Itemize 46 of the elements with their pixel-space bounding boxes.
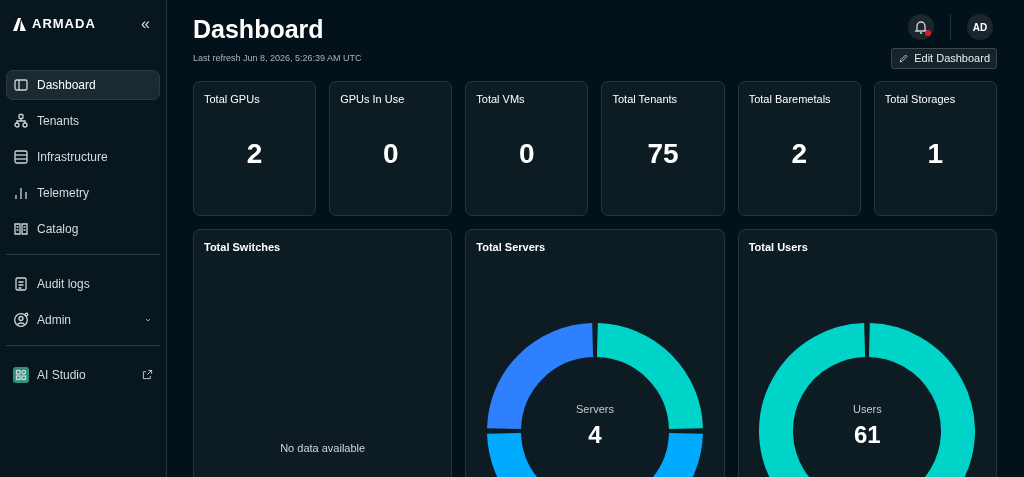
clipboard-icon [13, 275, 29, 292]
stat-title: Total VMs [476, 91, 526, 107]
panel-icon [13, 76, 29, 93]
page-title: Dashboard [193, 14, 325, 44]
collapse-button[interactable]: « [137, 15, 154, 32]
book-icon [13, 220, 29, 237]
hierarchy-icon [13, 112, 29, 129]
stat-value: 2 [790, 137, 809, 171]
brand-name: ARMADA [32, 15, 96, 33]
chart-title: Total Users [748, 239, 808, 255]
stat-value: 2 [245, 137, 264, 171]
donut-center-label: Servers [575, 402, 615, 417]
stat-value: 75 [646, 137, 680, 171]
empty-state-text: No data available [280, 441, 366, 456]
sidebar-item[interactable]: Admin [6, 304, 160, 335]
bell-icon [913, 19, 929, 35]
app-icon [13, 366, 29, 383]
last-refresh-text: Last refresh Jun 8, 2026, 5:26:39 AM UTC [193, 52, 362, 65]
pencil-icon [898, 52, 910, 64]
stat-title: Total Tenants [612, 91, 679, 107]
sidebar-item[interactable]: AI Studio [6, 359, 160, 390]
sidebar-item[interactable]: Catalog [6, 213, 160, 244]
user-gear-icon [13, 311, 29, 328]
sidebar-item[interactable]: Tenants [6, 105, 160, 136]
stat-value: 0 [518, 137, 536, 171]
donut-center-label: Users [851, 402, 883, 417]
external-link-icon [142, 369, 153, 380]
sidebar-item[interactable]: Telemetry [6, 177, 160, 208]
chart-title: Total Servers [476, 239, 546, 255]
donut-center-value: 4 [587, 420, 603, 450]
stat-value: 0 [381, 137, 400, 171]
sidebar-item[interactable]: Audit logs [6, 268, 160, 299]
sidebar-item[interactable]: Infrastructure [6, 141, 160, 172]
stat-title: Total Baremetals [748, 91, 832, 107]
stat-title: Total Storages [884, 91, 957, 107]
stat-title: Total GPUs [204, 91, 261, 107]
sail-logo-icon [12, 15, 28, 32]
stat-value: 1 [926, 137, 945, 171]
edit-dashboard-button[interactable]: Edit Dashboard [891, 48, 997, 69]
chart-title: Total Switches [204, 239, 281, 255]
sidebar-item[interactable]: Dashboard [6, 69, 160, 100]
server-icon [13, 148, 29, 165]
donut-center-value: 61 [852, 420, 882, 450]
user-avatar[interactable]: AD [967, 14, 993, 40]
notifications-button[interactable] [908, 14, 934, 40]
stat-title: GPUs In Use [340, 91, 406, 107]
